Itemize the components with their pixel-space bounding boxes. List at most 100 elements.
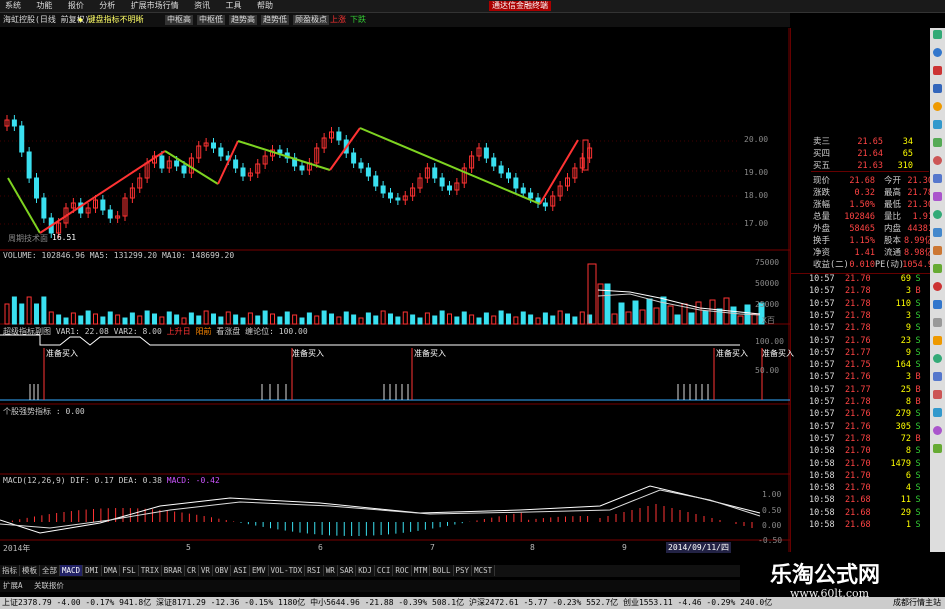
volume-bar <box>542 312 548 325</box>
book-row: 买五 21.63 310 <box>813 159 913 171</box>
stat-label: 今开 <box>883 176 901 186</box>
sidebar-window-icon[interactable] <box>933 372 942 381</box>
sidebar-help-icon[interactable] <box>933 444 942 453</box>
tab-emv[interactable]: EMV <box>250 565 269 576</box>
tab-cci[interactable]: CCI <box>375 565 394 576</box>
tick-time: 10:58 <box>809 458 835 469</box>
tick-side: S <box>915 274 921 284</box>
tab-trix[interactable]: TRIX <box>139 565 162 576</box>
menu-tools[interactable]: 工具 <box>226 0 242 12</box>
tick-volume: 9 <box>905 323 911 334</box>
candle <box>34 177 39 199</box>
tick-time: 10:58 <box>809 507 835 518</box>
tick-side: S <box>915 298 921 309</box>
volume-bar <box>270 313 275 325</box>
sidebar-doc-icon[interactable] <box>933 300 942 309</box>
tab-wr[interactable]: WR <box>324 565 338 576</box>
tab-boll[interactable]: BOLL <box>430 565 454 576</box>
ind2-title: 个股强势指标 : 0.00 <box>3 407 85 416</box>
legend-extreme[interactable]: 顾盈极点 <box>293 15 329 25</box>
tab-asi[interactable]: ASI <box>231 565 250 576</box>
vol-unit: X百 <box>762 316 775 325</box>
sidebar-globe-icon[interactable] <box>933 48 942 57</box>
stat-row: 换手 1.15% 股本 8.99亿 <box>813 234 933 246</box>
tab-sar[interactable]: SAR <box>338 565 357 576</box>
chart-main[interactable]: VOLUME: 102846.96 MA5: 131299.20 MA10: 1… <box>0 28 790 553</box>
stat-value: 102846 <box>844 212 875 222</box>
sidebar-user-icon[interactable] <box>933 426 942 435</box>
stat-value: 1.91 <box>912 212 933 222</box>
sidebar-settings-icon[interactable] <box>933 318 942 327</box>
tab-dma[interactable]: DMA <box>102 565 121 576</box>
legend-pivot-low[interactable]: 中枢低 <box>197 15 225 25</box>
sidebar-news-icon[interactable] <box>933 228 942 237</box>
menu-help[interactable]: 帮助 <box>257 0 273 12</box>
sidebar-chart-icon[interactable] <box>933 66 942 75</box>
price-scale-19: 19.00 <box>744 168 769 177</box>
candle <box>365 167 371 177</box>
tab-mtm[interactable]: MTM <box>412 565 431 576</box>
sidebar-trade-icon[interactable] <box>933 264 942 273</box>
tab-obv[interactable]: OBV <box>213 565 232 576</box>
sidebar-money-icon[interactable] <box>933 246 942 255</box>
volume-bar <box>70 312 76 325</box>
volume-bar <box>152 313 157 325</box>
stat-label: 现价 <box>813 176 831 186</box>
tab-psy[interactable]: PSY <box>454 565 473 576</box>
sidebar-bell-icon[interactable] <box>933 390 942 399</box>
sidebar-refresh-icon[interactable] <box>933 210 942 219</box>
menu-news[interactable]: 资讯 <box>194 0 210 12</box>
tab-related-quote[interactable]: 关联报价 <box>31 581 67 590</box>
ind1-flag-yang: 阳前 <box>195 327 212 336</box>
menu-function[interactable]: 功能 <box>36 0 52 12</box>
tab-kdj[interactable]: KDJ <box>356 565 375 576</box>
tab-fsl[interactable]: FSL <box>120 565 139 576</box>
menu-extended-market[interactable]: 扩展市场行情 <box>131 0 179 12</box>
sidebar-hot-icon[interactable] <box>933 282 942 291</box>
tab-dmi[interactable]: DMI <box>83 565 102 576</box>
tab-rsi[interactable]: RSI <box>305 565 324 576</box>
sidebar-share-icon[interactable] <box>933 408 942 417</box>
tab-vol-tdx[interactable]: VOL-TDX <box>269 565 306 576</box>
stat-label: 最高 <box>883 188 901 198</box>
stat-value: 21.30 <box>907 176 933 186</box>
tab-mcst[interactable]: MCST <box>472 565 496 576</box>
legend-pivot-high[interactable]: 中枢高 <box>165 15 193 25</box>
tab-vr[interactable]: VR <box>199 565 213 576</box>
ind1-var2: VAR2: 8.00 <box>113 327 162 336</box>
sidebar-alert-icon[interactable] <box>933 156 942 165</box>
menu-analysis[interactable]: 分析 <box>99 0 115 12</box>
tab-brar[interactable]: BRAR <box>162 565 185 576</box>
legend-trend-high[interactable]: 趋势高 <box>229 15 257 25</box>
menu-quote[interactable]: 报价 <box>68 0 84 12</box>
stat-row: 现价 21.68 今开 21.30 <box>813 174 933 186</box>
ind1-title: 超级指标副图 VAR1: 22.08 VAR2: 8.00 上升日 阳前 看涨盘… <box>3 326 308 337</box>
candle <box>336 131 342 141</box>
menu-system[interactable]: 系统 <box>5 0 21 12</box>
volume-bar <box>48 311 54 325</box>
tab-cr[interactable]: CR <box>185 565 199 576</box>
tab-macd[interactable]: MACD <box>60 565 84 576</box>
stat-value: 21.30 <box>907 200 933 210</box>
sidebar-quote-icon[interactable] <box>933 30 942 39</box>
sidebar-filter-icon[interactable] <box>933 336 942 345</box>
volume-bar <box>702 310 709 325</box>
sidebar-star-icon[interactable] <box>933 102 942 111</box>
sidebar-tool-icon[interactable] <box>933 192 942 201</box>
sidebar-list-icon[interactable] <box>933 138 942 147</box>
candle <box>388 192 393 199</box>
volume-bar <box>188 312 194 325</box>
tab-roc[interactable]: ROC <box>393 565 412 576</box>
legend-trend-low[interactable]: 趋势低 <box>261 15 289 25</box>
sidebar-grid-icon[interactable] <box>933 120 942 129</box>
tick-price: 21.68 <box>845 495 871 506</box>
tab-指标[interactable]: 指标 <box>0 565 20 576</box>
tab-全部[interactable]: 全部 <box>40 565 60 576</box>
tab-extension-a[interactable]: 扩展A <box>0 581 26 590</box>
stat-value: 21.78 <box>907 188 933 198</box>
tab-模板[interactable]: 模板 <box>20 565 40 576</box>
sidebar-search-icon[interactable] <box>933 354 942 363</box>
axis-month-8: 8 <box>530 543 535 552</box>
sidebar-info-icon[interactable] <box>933 84 942 93</box>
sidebar-layout-icon[interactable] <box>933 174 942 183</box>
